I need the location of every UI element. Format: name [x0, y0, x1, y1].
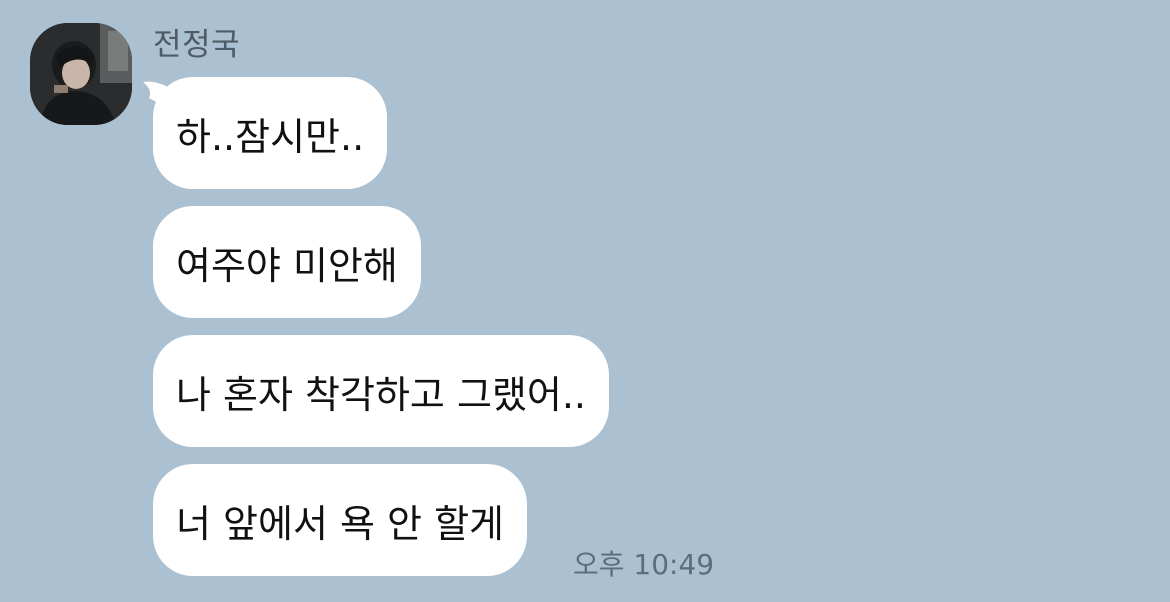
message-bubble-3[interactable]: 나 혼자 착각하고 그랬어..	[153, 335, 609, 447]
sender-name: 전정국	[153, 27, 241, 63]
message-text: 너 앞에서 욕 안 할게	[176, 501, 504, 546]
sender-avatar[interactable]	[30, 23, 132, 125]
message-bubble-1[interactable]: 하..잠시만..	[153, 77, 388, 189]
message-text: 하..잠시만..	[176, 114, 365, 159]
message-bubble-4[interactable]: 너 앞에서 욕 안 할게	[153, 464, 527, 576]
message-text: 나 혼자 착각하고 그랬어..	[176, 372, 586, 417]
message-text: 여주야 미안해	[176, 243, 398, 288]
profile-photo-icon	[30, 23, 132, 125]
message-timestamp: 오후 10:49	[573, 548, 715, 581]
message-bubble-2[interactable]: 여주야 미안해	[153, 206, 421, 318]
